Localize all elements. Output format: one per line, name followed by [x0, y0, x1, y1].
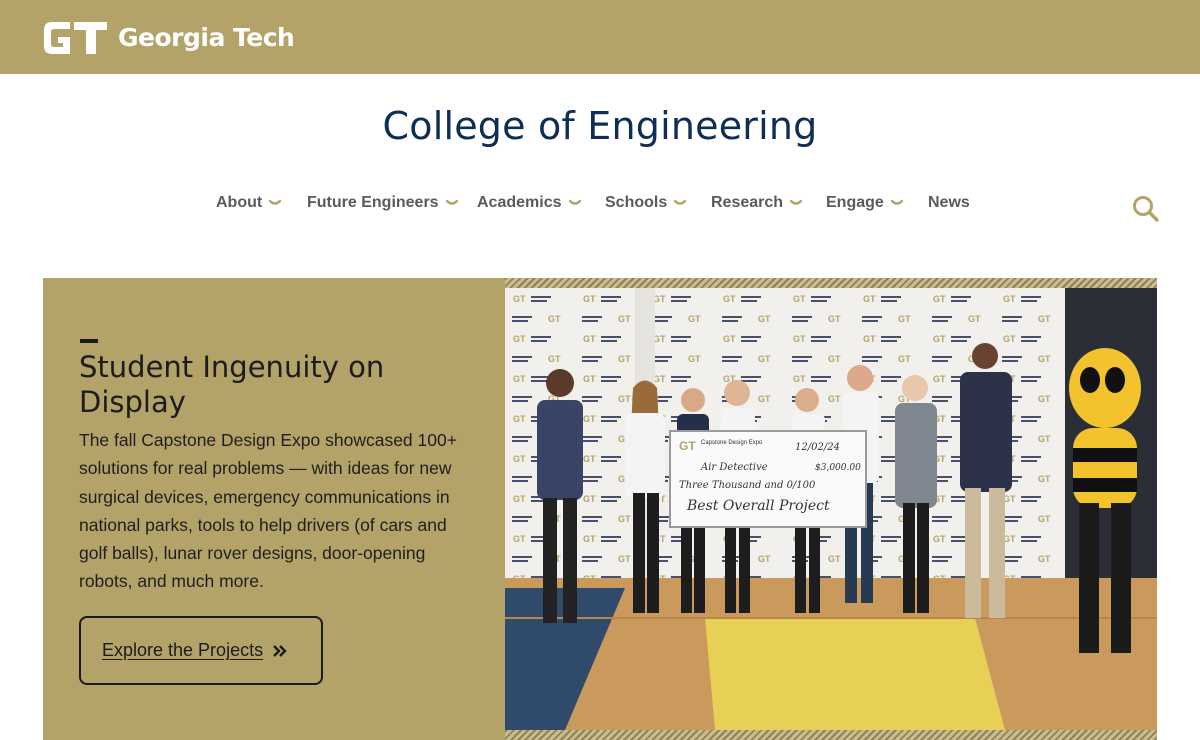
nav-item-academics[interactable]: Academics: [477, 194, 581, 212]
nav-item-label: About: [216, 194, 263, 211]
chevron-down-icon: [790, 199, 803, 205]
brand-name: Georgia Tech: [118, 23, 295, 52]
nav-item-label: Engage: [826, 194, 884, 211]
nav-item-engage[interactable]: Engage: [826, 194, 903, 212]
nav-item-label: News: [928, 194, 970, 211]
nav-item-label: Future Engineers: [307, 194, 439, 211]
nav-item-label: Academics: [477, 194, 562, 211]
chevron-down-icon: [269, 199, 282, 205]
explore-projects-button[interactable]: Explore the Projects: [79, 616, 323, 685]
check-header: Capstone Design Expo: [701, 440, 763, 446]
nav-item-news[interactable]: News: [928, 194, 970, 212]
gt-monogram-icon: [44, 22, 107, 54]
nav-item-label: Schools: [605, 194, 668, 211]
double-chevron-right-icon: [273, 644, 287, 657]
expo-photo-illustration: GT GT: [505, 288, 1157, 730]
check-amount-words: Three Thousand and 0/100: [679, 480, 816, 491]
cta-label: Explore the Projects: [102, 640, 264, 660]
nav-item-label: Research: [711, 194, 784, 211]
hero-photo[interactable]: GT GT: [505, 288, 1157, 730]
georgia-tech-logo[interactable]: Georgia Tech: [40, 15, 295, 61]
page-title: College of Engineering: [382, 104, 818, 148]
chevron-down-icon: [890, 199, 903, 205]
check-amount: $3,000.00: [815, 463, 861, 473]
top-banner: Georgia Tech: [0, 0, 1200, 74]
search-button[interactable]: [1131, 194, 1161, 224]
check-memo: Best Overall Project: [686, 498, 830, 514]
nav-item-future-engineers[interactable]: Future Engineers: [307, 194, 458, 212]
search-icon: [1133, 196, 1159, 222]
nav-item-research[interactable]: Research: [711, 194, 803, 212]
title-accent-bar: [80, 339, 98, 343]
chevron-down-icon: [674, 199, 687, 205]
main-nav: About Future Engineers Academics Schools…: [0, 194, 1200, 216]
hero-title: Student Ingenuity on Display: [79, 350, 385, 419]
check-date: 12/02/24: [795, 442, 840, 453]
big-check: GT Capstone Design Expo 12/02/24 Air Det…: [669, 430, 867, 528]
nav-item-about[interactable]: About: [216, 194, 282, 212]
chevron-down-icon: [445, 199, 458, 205]
chevron-down-icon: [568, 199, 581, 205]
hero-description: The fall Capstone Design Expo showcased …: [79, 430, 457, 592]
nav-item-schools[interactable]: Schools: [605, 194, 687, 212]
check-payee: Air Detective: [700, 462, 768, 473]
hero-feature: Student Ingenuity on Display The fall Ca…: [43, 278, 1157, 740]
svg-text:GT: GT: [679, 439, 696, 453]
